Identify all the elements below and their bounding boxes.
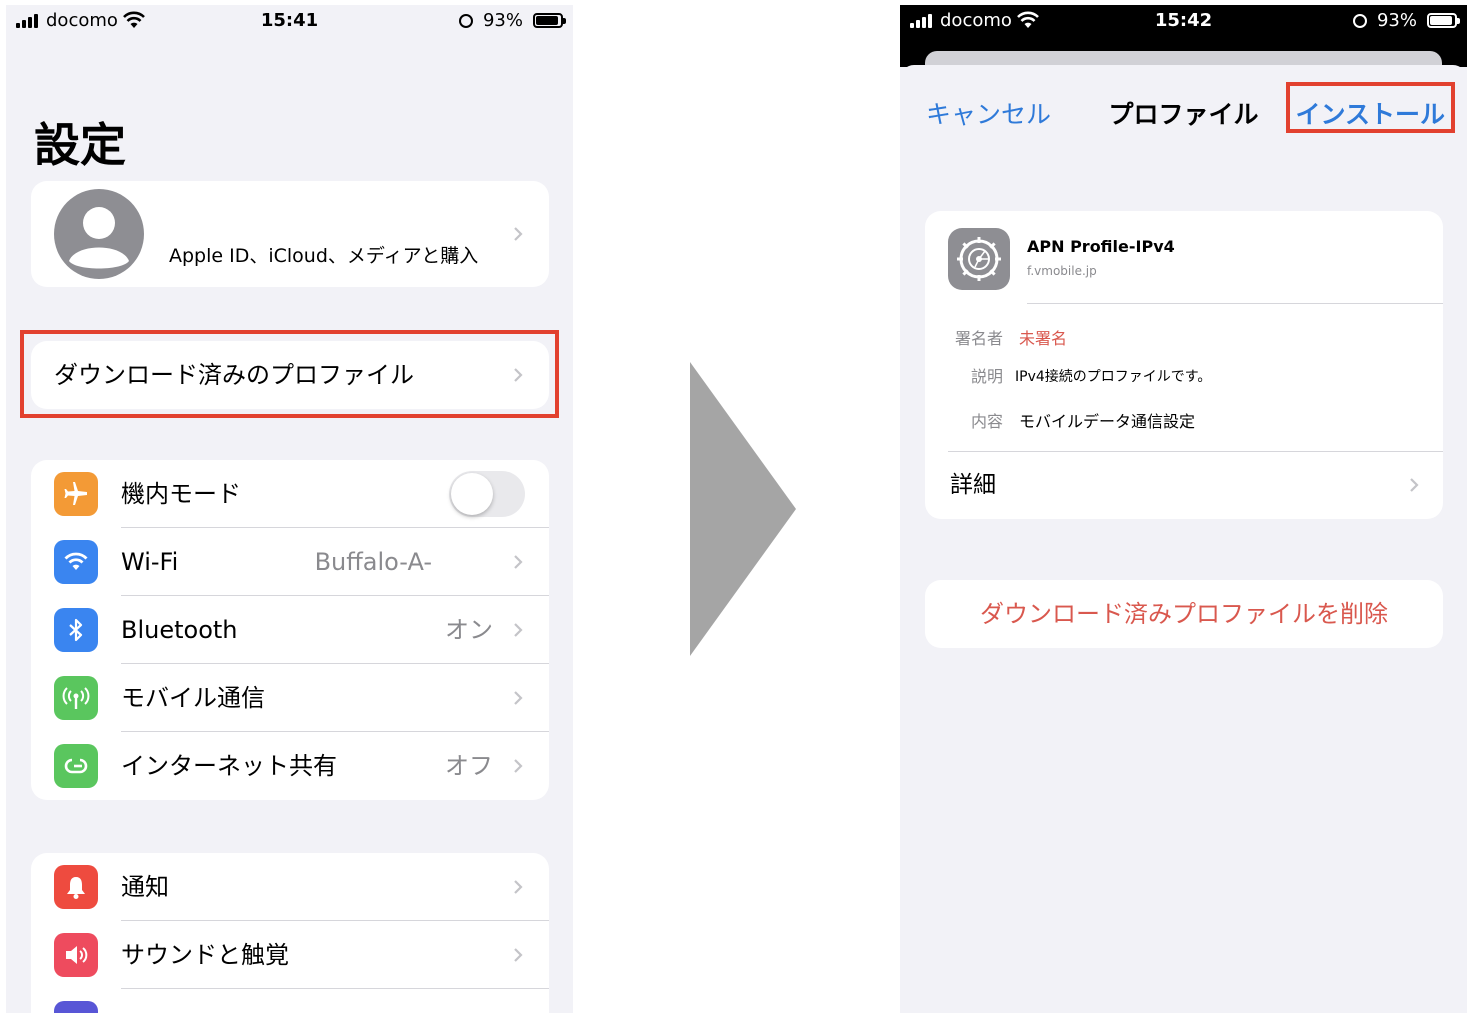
battery-percent: 93% — [1376, 10, 1417, 31]
profile-card: APN Profile-IPv4 f.vmobile.jp 署名者 未署名 説明… — [925, 211, 1443, 519]
mobile-data-label: モバイル通信 — [121, 684, 265, 712]
page-title: 設定 — [34, 118, 126, 172]
description-label: 説明 — [970, 367, 1003, 386]
details-row[interactable]: 詳細 — [925, 452, 1443, 519]
profile-sheet: キャンセル プロファイル インストール APN Profile-IPv4 f.v… — [900, 65, 1467, 1013]
signed-by-label: 署名者 — [954, 329, 1003, 348]
delete-profile-row[interactable]: ダウンロード済みプロファイルを削除 — [925, 580, 1443, 648]
chevron-right-icon — [514, 691, 523, 705]
chevron-right-icon — [514, 948, 523, 962]
antenna-icon — [54, 676, 98, 720]
wifi-row[interactable]: Wi-Fi Buffalo-A- — [31, 528, 549, 596]
hotspot-row[interactable]: インターネット共有 オフ — [31, 732, 549, 800]
profile-install-screen: docomo 15:42 93% キャンセル プロファイル インストール APN… — [900, 5, 1467, 1013]
bluetooth-value: オン — [445, 616, 493, 644]
details-label: 詳細 — [950, 472, 996, 498]
signed-by-value: 未署名 — [1019, 329, 1068, 348]
battery-icon — [533, 13, 566, 28]
bell-icon — [54, 865, 98, 909]
profile-domain: f.vmobile.jp — [1027, 264, 1097, 278]
airplane-mode-label: 機内モード — [121, 480, 241, 508]
apple-id-label: Apple ID、iCloud、メディアと購入 — [169, 245, 479, 267]
arrow-right-icon — [690, 362, 796, 656]
chevron-right-icon — [514, 227, 523, 241]
mobile-data-row[interactable]: モバイル通信 — [31, 664, 549, 732]
wifi-label: Wi-Fi — [121, 548, 179, 576]
contents-value: モバイルデータ通信設定 — [1019, 412, 1196, 431]
speaker-icon — [54, 933, 98, 977]
chevron-right-icon — [514, 623, 523, 637]
battery-percent: 93% — [482, 10, 523, 31]
gear-icon — [948, 228, 1010, 290]
hotspot-value: オフ — [445, 752, 493, 780]
airplane-mode-row: 機内モード — [31, 460, 549, 528]
contents-label: 内容 — [970, 412, 1003, 431]
chevron-right-icon — [1410, 478, 1419, 492]
orientation-lock-icon — [1353, 14, 1367, 28]
notifications-label: 通知 — [121, 873, 169, 901]
settings-screen: docomo 15:41 93% 設定 Apple ID、iCloud、メディア… — [6, 5, 573, 1013]
highlight-box-downloaded-profile — [20, 330, 559, 418]
airplane-icon — [54, 472, 98, 516]
highlight-box-install — [1286, 82, 1455, 133]
notifications-row[interactable]: 通知 — [31, 853, 549, 921]
chevron-right-icon — [514, 555, 523, 569]
airplane-mode-toggle[interactable] — [449, 471, 525, 517]
description-value: IPv4接続のプロファイルです。 — [1015, 369, 1212, 385]
connectivity-group: 機内モード Wi-Fi Buffalo-A- Bluetooth オン モバイル… — [31, 460, 549, 800]
moon-icon — [54, 1001, 98, 1013]
hotspot-icon — [54, 744, 98, 788]
battery-icon — [1427, 13, 1460, 28]
hotspot-label: インターネット共有 — [121, 752, 337, 780]
next-row-partial — [31, 989, 549, 1013]
wifi-value: Buffalo-A- — [314, 548, 432, 576]
orientation-lock-icon — [459, 14, 473, 28]
apple-id-row[interactable]: Apple ID、iCloud、メディアと購入 — [31, 181, 549, 287]
profile-name: APN Profile-IPv4 — [1027, 237, 1175, 256]
sound-label: サウンドと触覚 — [121, 941, 289, 969]
bluetooth-row[interactable]: Bluetooth オン — [31, 596, 549, 664]
avatar-icon — [54, 189, 144, 279]
delete-profile-button: ダウンロード済みプロファイルを削除 — [980, 600, 1388, 628]
status-bar: docomo 15:41 93% — [6, 5, 573, 35]
notifications-group: 通知 サウンドと触覚 — [31, 853, 549, 1013]
chevron-right-icon — [514, 759, 523, 773]
bluetooth-icon — [54, 608, 98, 652]
wifi-icon — [54, 540, 98, 584]
bluetooth-label: Bluetooth — [121, 616, 238, 644]
sound-row[interactable]: サウンドと触覚 — [31, 921, 549, 989]
separator — [1027, 303, 1443, 304]
chevron-right-icon — [514, 880, 523, 894]
toggle-knob — [451, 473, 493, 515]
